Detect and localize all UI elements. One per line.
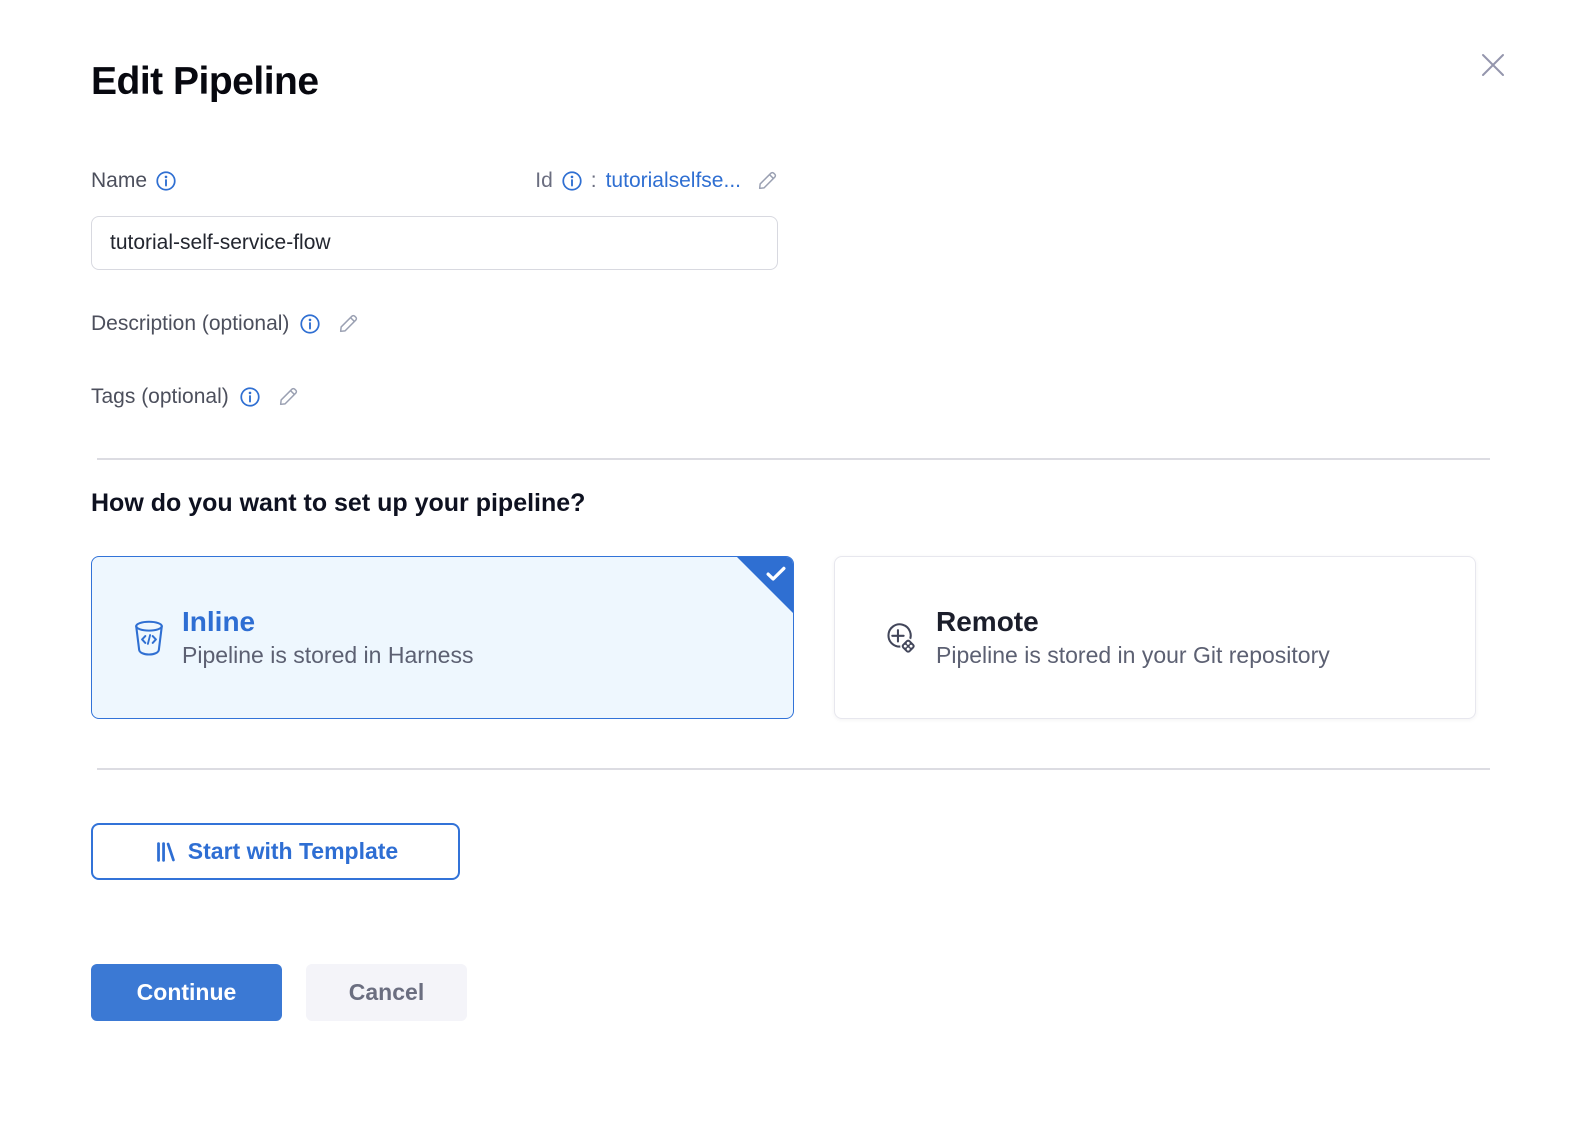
info-icon[interactable] bbox=[240, 387, 260, 407]
edit-tags-button[interactable] bbox=[277, 386, 299, 408]
remote-card-description: Pipeline is stored in your Git repositor… bbox=[936, 642, 1330, 669]
remote-git-icon bbox=[881, 619, 919, 657]
divider bbox=[97, 768, 1490, 770]
inline-card-title: Inline bbox=[182, 606, 473, 638]
name-label: Name bbox=[91, 169, 147, 193]
continue-button[interactable]: Continue bbox=[91, 964, 282, 1021]
option-card-inline[interactable]: Inline Pipeline is stored in Harness bbox=[91, 556, 794, 719]
edit-pencil-icon bbox=[756, 170, 778, 192]
option-card-remote[interactable]: Remote Pipeline is stored in your Git re… bbox=[834, 556, 1476, 719]
tags-label: Tags (optional) bbox=[91, 385, 229, 409]
close-icon-glyph bbox=[1478, 50, 1508, 80]
page-title: Edit Pipeline bbox=[91, 60, 319, 104]
description-label: Description (optional) bbox=[91, 312, 289, 336]
pipeline-name-input[interactable] bbox=[91, 216, 778, 270]
divider bbox=[97, 458, 1490, 460]
start-with-template-button[interactable]: Start with Template bbox=[91, 823, 460, 880]
edit-description-button[interactable] bbox=[337, 313, 359, 335]
start-with-template-label: Start with Template bbox=[188, 838, 398, 865]
selected-corner-badge bbox=[737, 557, 793, 613]
edit-pencil-icon bbox=[337, 313, 359, 335]
edit-pencil-icon bbox=[277, 386, 299, 408]
inline-card-text: Inline Pipeline is stored in Harness bbox=[182, 606, 473, 669]
info-icon[interactable] bbox=[300, 314, 320, 334]
name-id-row: Name Id : tutorialselfse... bbox=[91, 169, 778, 193]
info-icon[interactable] bbox=[156, 171, 176, 191]
cancel-button[interactable]: Cancel bbox=[306, 964, 467, 1021]
template-library-icon bbox=[153, 840, 177, 864]
edit-id-button[interactable] bbox=[756, 170, 778, 192]
remote-card-title: Remote bbox=[936, 606, 1330, 638]
id-separator: : bbox=[591, 169, 597, 193]
id-value-link[interactable]: tutorialselfse... bbox=[606, 169, 741, 193]
id-label: Id bbox=[535, 169, 553, 193]
close-icon[interactable] bbox=[1475, 47, 1511, 83]
edit-pipeline-modal: Edit Pipeline Name Id : tutorialselfse..… bbox=[0, 0, 1594, 1134]
tags-row: Tags (optional) bbox=[91, 385, 299, 409]
selected-check-icon bbox=[766, 566, 786, 582]
name-label-group: Name bbox=[91, 169, 176, 193]
inline-store-icon bbox=[133, 619, 165, 657]
description-row: Description (optional) bbox=[91, 312, 359, 336]
remote-card-text: Remote Pipeline is stored in your Git re… bbox=[936, 606, 1330, 669]
setup-question: How do you want to set up your pipeline? bbox=[91, 489, 585, 518]
info-icon[interactable] bbox=[562, 171, 582, 191]
inline-card-description: Pipeline is stored in Harness bbox=[182, 642, 473, 669]
pipeline-id-group: Id : tutorialselfse... bbox=[535, 169, 778, 193]
